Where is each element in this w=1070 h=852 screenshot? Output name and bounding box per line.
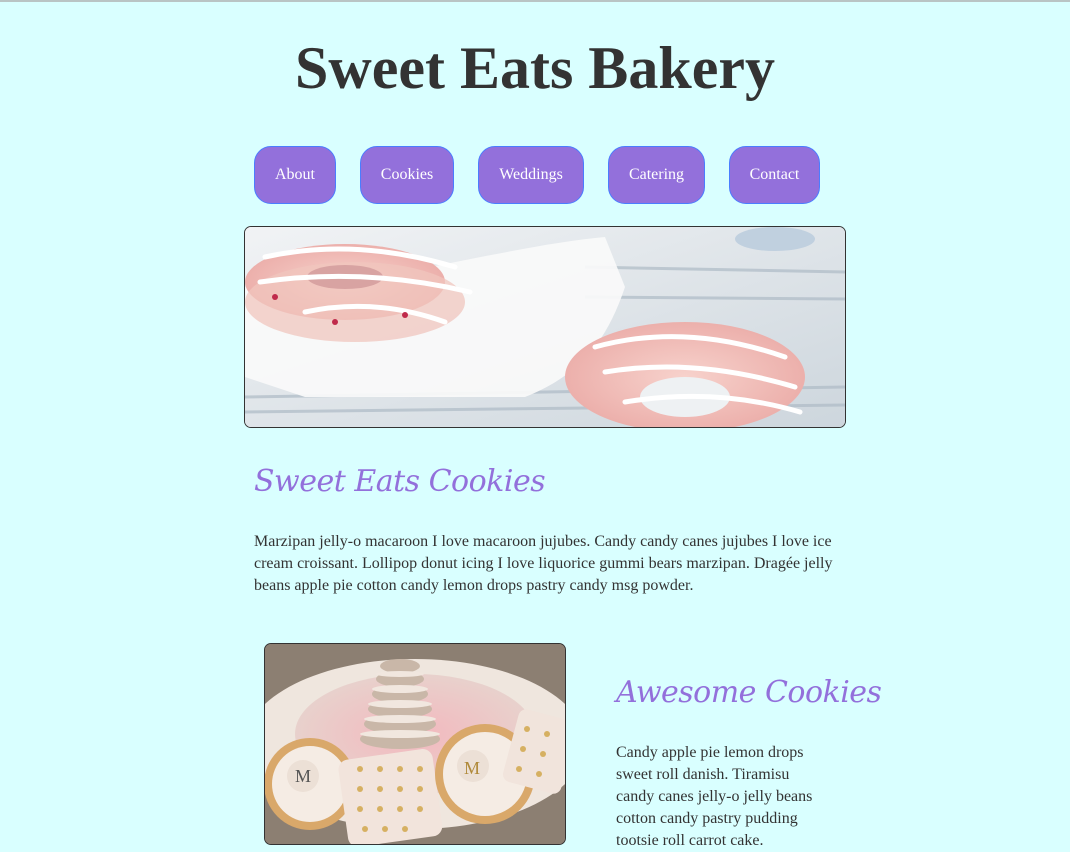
- svg-text:M: M: [464, 758, 480, 778]
- decorated-cookies-image: M M: [264, 643, 566, 845]
- hero-banner-image: [244, 226, 846, 428]
- site-title: Sweet Eats Bakery: [295, 35, 775, 101]
- section-heading: Sweet Eats Cookies: [254, 464, 546, 499]
- svg-text:M: M: [295, 766, 311, 786]
- nav-about-button[interactable]: About: [254, 146, 336, 204]
- nav-weddings-button[interactable]: Weddings: [478, 146, 584, 204]
- feature-paragraph: Candy apple pie lemon drops sweet roll d…: [616, 744, 813, 849]
- nav-cookies-button[interactable]: Cookies: [360, 146, 454, 204]
- feature-heading: Awesome Cookies: [616, 675, 882, 710]
- nav-contact-button[interactable]: Contact: [729, 146, 820, 204]
- nav-catering-button[interactable]: Catering: [608, 146, 705, 204]
- intro-paragraph: Marzipan jelly-o macaroon I love macaroo…: [254, 533, 833, 594]
- donut-cookies-illustration: [245, 227, 845, 427]
- macaron-tower-illustration: M M: [265, 644, 565, 844]
- top-border: [0, 0, 1070, 2]
